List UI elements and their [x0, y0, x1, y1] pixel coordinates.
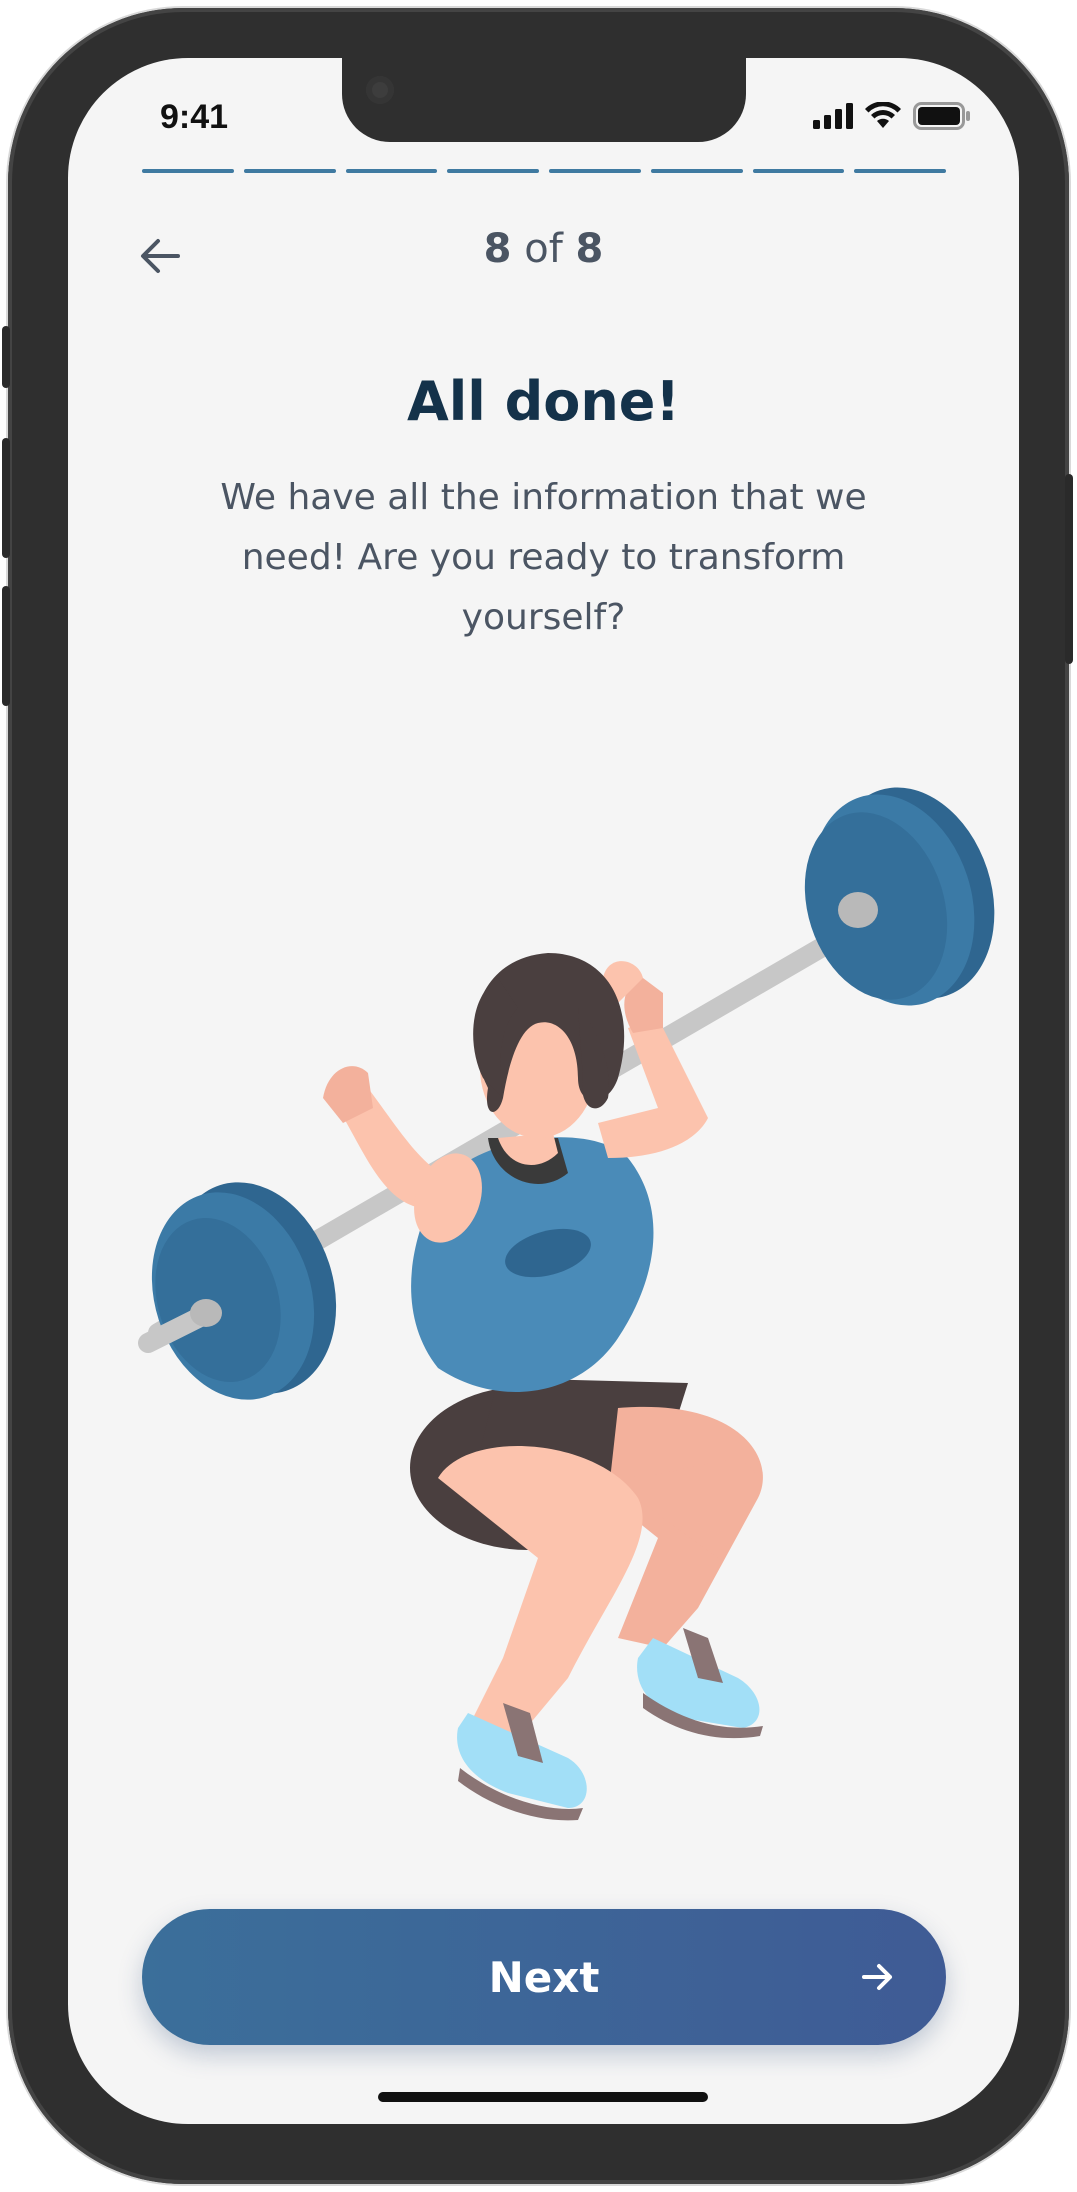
silent-switch: [2, 326, 10, 388]
step-indicator: 8 of 8: [68, 226, 1019, 272]
progress-segment-4: [447, 169, 539, 173]
progress-segment-1: [142, 169, 234, 173]
step-total: 8: [575, 226, 604, 272]
progress-segment-3: [345, 169, 438, 173]
progress-segment-8: [854, 169, 946, 173]
volume-down-button: [2, 586, 10, 706]
progress-segment-2: [243, 169, 336, 173]
next-button[interactable]: Next: [142, 1909, 946, 2045]
page-title: All done!: [406, 370, 681, 433]
signal-icon: [813, 103, 853, 129]
wifi-icon: [865, 102, 901, 128]
home-indicator[interactable]: [378, 2092, 708, 2102]
arrow-left-icon: [141, 239, 180, 273]
arrow-right-icon: [862, 1964, 892, 1990]
notch: [342, 58, 746, 142]
status-icons: [813, 102, 971, 130]
page-subtitle: We have all the information that we need…: [220, 477, 867, 638]
step-separator: of: [524, 226, 563, 272]
next-button-label: Next: [488, 1952, 600, 2002]
volume-up-button: [2, 438, 10, 558]
camera: [366, 76, 394, 104]
woman-lifting-barbell-illustration: [138, 787, 995, 1821]
battery-icon: [913, 102, 970, 130]
app-screen: 9:41 8 of 8 All done! We have all the in…: [68, 58, 1019, 2124]
progress-segment-5: [549, 169, 641, 173]
back-button[interactable]: [130, 226, 190, 286]
power-button: [1065, 474, 1073, 664]
status-time: 9:41: [160, 98, 229, 136]
progress-segment-7: [752, 169, 845, 173]
onboarding-progress: [142, 169, 946, 173]
step-current: 8: [483, 226, 512, 272]
progress-segment-6: [650, 169, 743, 173]
